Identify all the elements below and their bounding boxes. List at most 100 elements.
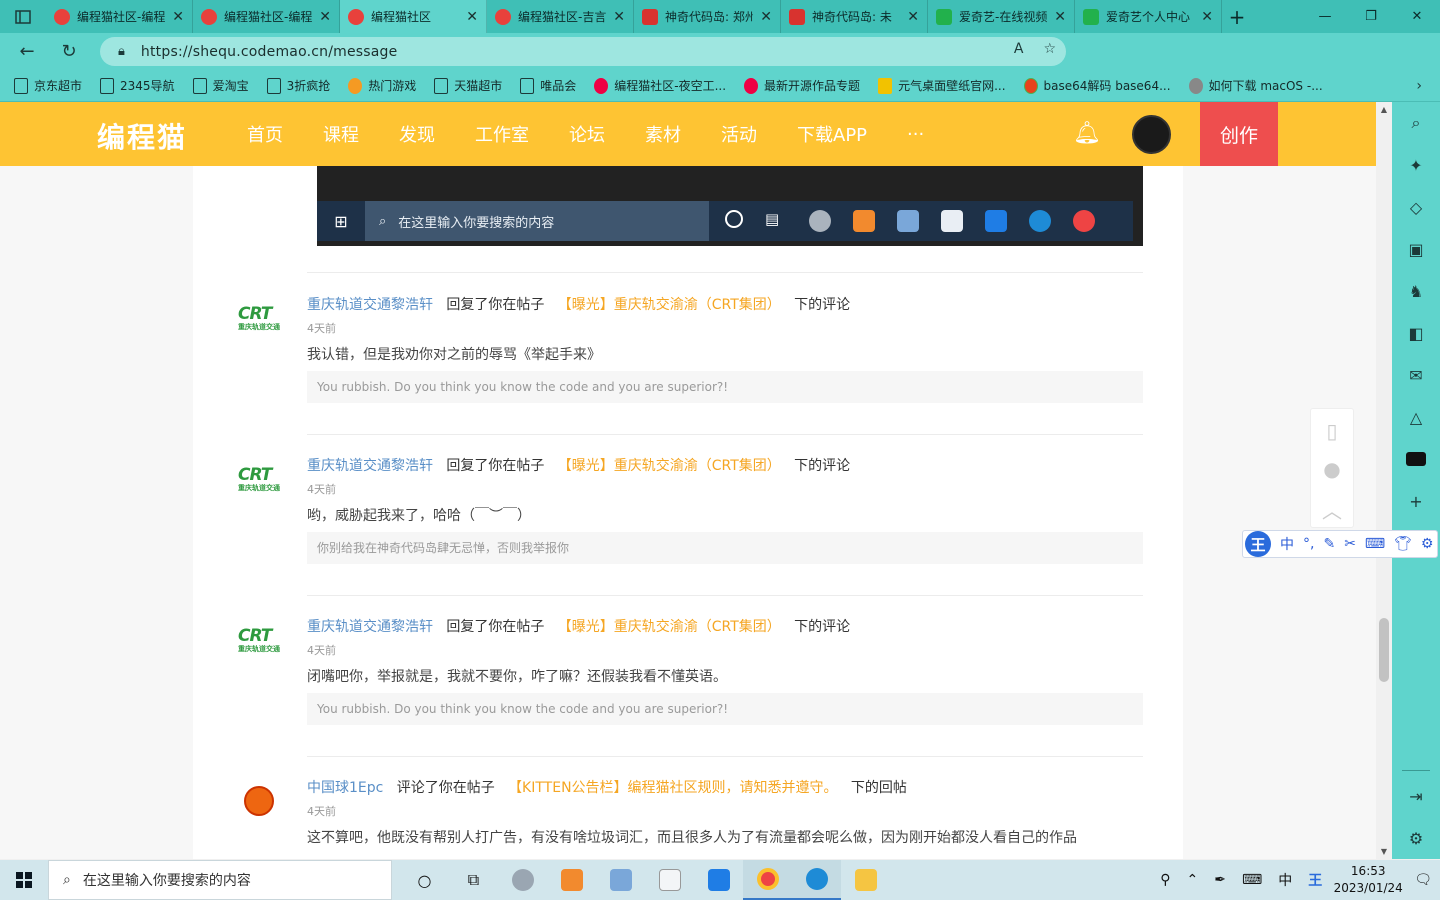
media-player-icon[interactable]	[547, 860, 596, 900]
post-link[interactable]: 【曝光】重庆轨交渝渝（CRT集团）	[558, 458, 781, 474]
browser-tab[interactable]: 神奇代码岛: 未 ✕	[781, 0, 928, 33]
bookmark-item[interactable]: 如何下载 macOS -...	[1188, 77, 1323, 94]
bookmark-item[interactable]: 编程猫社区-夜空工...	[594, 77, 726, 94]
notifications-icon[interactable]: 🗨︎	[1406, 872, 1440, 888]
close-tab-icon[interactable]: ✕	[760, 9, 772, 25]
close-tab-icon[interactable]: ✕	[319, 9, 331, 25]
chevron-up-icon[interactable]: ⌃	[1179, 872, 1207, 888]
new-tab-button[interactable]: +	[1222, 5, 1252, 29]
nav-forum[interactable]: 论坛	[569, 121, 605, 147]
nav-events[interactable]: 活动	[721, 121, 757, 147]
bookmark-item[interactable]: 唯品会	[520, 77, 576, 94]
keyboard-icon[interactable]: ⌨	[1234, 872, 1270, 888]
pen-icon[interactable]: ✒	[1206, 872, 1234, 888]
close-window-icon[interactable]: ✕	[1394, 0, 1440, 33]
scroll-down-icon[interactable]: ▼	[1376, 847, 1392, 856]
user-link[interactable]: 重庆轨道交通黎浩轩	[307, 297, 433, 313]
qq-icon[interactable]: ●	[1323, 457, 1340, 481]
skin-icon[interactable]: 👕︎	[1394, 536, 1412, 552]
scrollbar-thumb[interactable]	[1379, 618, 1389, 682]
scissors-icon[interactable]: ✂	[1344, 536, 1356, 552]
browser-tab[interactable]: 编程猫社区-编程 ✕	[193, 0, 340, 33]
task-view-icon[interactable]: ⧉	[449, 860, 498, 900]
ime-logo-icon[interactable]: 王	[1245, 531, 1271, 557]
crt-logo-avatar[interactable]: CRT 重庆轨道交通	[233, 300, 285, 336]
user-link[interactable]: 中国球1Epc	[307, 780, 383, 796]
post-link[interactable]: 【曝光】重庆轨交渝渝（CRT集团）	[558, 297, 781, 313]
crt-logo-avatar[interactable]: CRT 重庆轨道交通	[233, 461, 285, 497]
browser-tab[interactable]: 编程猫社区-编程 ✕	[46, 0, 193, 33]
people-icon[interactable]: ⚲	[1152, 872, 1178, 888]
browser-tab[interactable]: 爱奇艺-在线视频 ✕	[928, 0, 1075, 33]
ime-logo-icon[interactable]: 王	[1300, 870, 1330, 890]
edge-icon[interactable]	[792, 860, 841, 900]
tab-actions-icon[interactable]	[0, 0, 46, 33]
close-tab-icon[interactable]: ✕	[613, 9, 625, 25]
refresh-icon[interactable]: ↻	[48, 33, 90, 70]
nav-home[interactable]: 首页	[247, 121, 283, 147]
add-icon[interactable]: +	[1392, 480, 1440, 522]
nav-discover[interactable]: 发现	[399, 121, 435, 147]
chevron-right-icon[interactable]: ›	[1416, 78, 1422, 94]
clock[interactable]: 16:53 2023/01/24	[1330, 863, 1406, 897]
bookmark-item[interactable]: 热门游戏	[348, 77, 416, 94]
hide-sidebar-icon[interactable]: ⇥	[1392, 775, 1440, 817]
punctuation-icon[interactable]: °,	[1303, 536, 1314, 552]
cortana-icon[interactable]: ○	[400, 860, 449, 900]
settings-gear-icon[interactable]: ⚙	[1392, 817, 1440, 859]
outlook-icon[interactable]: ✉	[1392, 354, 1440, 396]
bookmark-item[interactable]: 3折疯抢	[266, 77, 330, 94]
app-icon[interactable]	[498, 860, 547, 900]
nav-materials[interactable]: 素材	[645, 121, 681, 147]
close-tab-icon[interactable]: ✕	[466, 9, 478, 25]
discover-icon[interactable]: ✦	[1392, 144, 1440, 186]
post-link[interactable]: 【KITTEN公告栏】编程猫社区规则，请知悉并遵守。	[508, 780, 837, 796]
close-tab-icon[interactable]: ✕	[1201, 9, 1213, 25]
url-field[interactable]: 🔒︎ https://shequ.codemao.cn/message A ☆	[100, 37, 1066, 66]
start-button[interactable]	[0, 860, 48, 900]
read-aloud-icon[interactable]: A	[1014, 41, 1024, 57]
minimize-icon[interactable]: —	[1302, 0, 1348, 33]
browser-tab[interactable]: 神奇代码岛: 郑州 ✕	[634, 0, 781, 33]
user-avatar-red[interactable]	[237, 775, 281, 819]
nav-studio[interactable]: 工作室	[475, 121, 529, 147]
nav-courses[interactable]: 课程	[323, 121, 359, 147]
close-tab-icon[interactable]: ✕	[907, 9, 919, 25]
user-link[interactable]: 重庆轨道交通黎浩轩	[307, 619, 433, 635]
drop-icon[interactable]: △	[1392, 396, 1440, 438]
settings-gear-icon[interactable]: ⚙	[1421, 536, 1434, 552]
taskbar-search[interactable]: ⌕ 在这里输入你要搜索的内容	[48, 860, 392, 900]
browser-tab[interactable]: 编程猫社区-吉言 ✕	[487, 0, 634, 33]
tools-icon[interactable]: ▣	[1392, 228, 1440, 270]
games-icon[interactable]: ♞	[1392, 270, 1440, 312]
codemao-logo[interactable]: 编程猫	[97, 116, 187, 156]
bookmark-item[interactable]: 元气桌面壁纸官网...	[878, 77, 1006, 94]
avatar[interactable]	[1132, 115, 1171, 154]
chrome-icon[interactable]	[743, 860, 792, 900]
browser-tab-active[interactable]: 编程猫社区 ✕	[340, 0, 487, 33]
close-tab-icon[interactable]: ✕	[172, 9, 184, 25]
store-icon[interactable]	[645, 860, 694, 900]
browser-tab[interactable]: 爱奇艺个人中心 ✕	[1075, 0, 1222, 33]
nav-download-app[interactable]: 下载APP	[797, 121, 867, 147]
bell-icon[interactable]: 🔔︎	[1073, 121, 1101, 146]
create-button[interactable]: 创作	[1200, 102, 1278, 166]
tablet-icon[interactable]: ▯	[1326, 419, 1337, 443]
back-icon[interactable]: ←	[6, 33, 48, 70]
file-explorer-icon[interactable]	[841, 860, 890, 900]
bookmark-item[interactable]: 2345导航	[100, 77, 175, 94]
youtube-icon[interactable]	[1392, 438, 1440, 480]
handwriting-icon[interactable]: ✎	[1323, 536, 1335, 552]
shopping-tag-icon[interactable]: ◇	[1392, 186, 1440, 228]
app-icon[interactable]	[596, 860, 645, 900]
bookmark-item[interactable]: 爱淘宝	[192, 77, 249, 94]
restore-icon[interactable]: ❐	[1348, 0, 1394, 33]
bookmark-item[interactable]: 京东超市	[14, 77, 82, 94]
app-icon[interactable]	[694, 860, 743, 900]
nav-more[interactable]: ···	[907, 124, 924, 145]
post-link[interactable]: 【曝光】重庆轨交渝渝（CRT集团）	[558, 619, 781, 635]
bookmark-item[interactable]: 最新开源作品专题	[744, 77, 860, 94]
user-link[interactable]: 重庆轨道交通黎浩轩	[307, 458, 433, 474]
back-to-top-icon[interactable]: ︿	[1322, 495, 1342, 524]
close-tab-icon[interactable]: ✕	[1054, 9, 1066, 25]
